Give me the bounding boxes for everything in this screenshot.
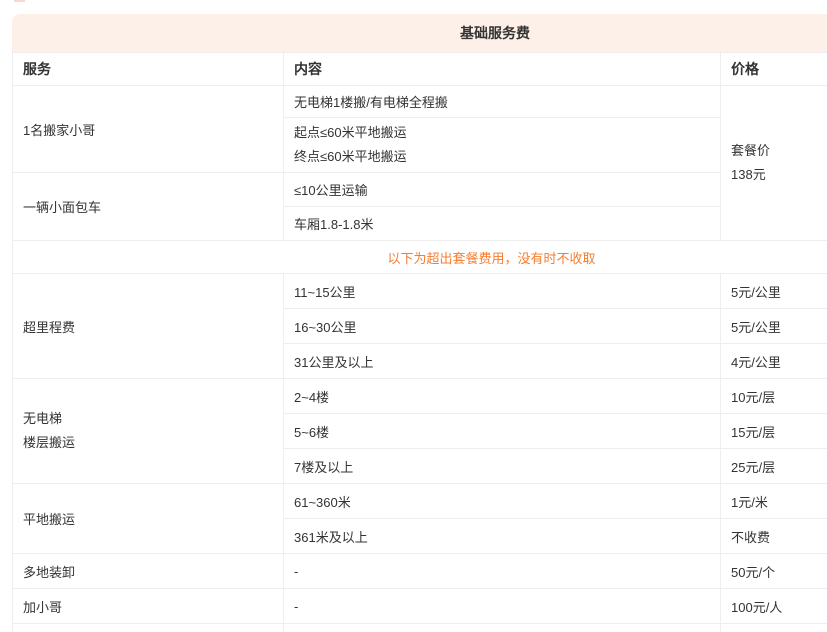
content-cell: 无电梯1楼搬/有电梯全程搬 (284, 86, 721, 118)
content-cell: 起点≤60米平地搬运 终点≤60米平地搬运 (284, 118, 721, 173)
table-row: 多地装卸 - 50元/个 (13, 554, 827, 589)
content-cell: 61~360米 (284, 484, 721, 519)
table-row: 1名搬家小哥 无电梯1楼搬/有电梯全程搬 套餐价 138元 (13, 86, 827, 118)
service-cell: 无电梯 楼层搬运 (13, 379, 284, 484)
service-cell: 一辆小面包车 (13, 173, 284, 241)
notice-row: 以下为超出套餐费用，没有时不收取 (13, 241, 827, 274)
content-cell: ≤10公里运输 (284, 173, 721, 207)
price-cell: 25元/层 (721, 449, 827, 484)
table-row: 平地搬运 61~360米 1元/米 (13, 484, 827, 519)
table-row: 超里程费 11~15公里 5元/公里 (13, 274, 827, 309)
price-cell: 5元/公里 (721, 309, 827, 344)
col-header-price: 价格 (721, 53, 827, 86)
content-cell: 2~4楼 (284, 379, 721, 414)
price-cell: 1元/米 (721, 484, 827, 519)
table-title: 基础服务费 (12, 14, 827, 52)
package-price-cell: 套餐价 138元 (721, 86, 827, 241)
price-cell: 15元/层 (721, 414, 827, 449)
price-cell: 5元/公里 (721, 274, 827, 309)
service-cell: 多地装卸 (13, 554, 284, 589)
content-cell: 11~15公里 (284, 274, 721, 309)
service-cell: 加小哥 (13, 589, 284, 624)
table-row: 一辆小面包车 ≤10公里运输 (13, 173, 827, 207)
service-cell (13, 624, 284, 632)
top-edge-artifact (14, 0, 25, 2)
content-cell: - (284, 589, 721, 624)
content-cell: 7楼及以上 (284, 449, 721, 484)
table-row: 无电梯 楼层搬运 2~4楼 10元/层 (13, 379, 827, 414)
price-cell: 100元/人 (721, 589, 827, 624)
table-row-clipped (13, 624, 827, 632)
service-cell: 平地搬运 (13, 484, 284, 554)
price-cell: 10元/层 (721, 379, 827, 414)
service-cell: 1名搬家小哥 (13, 86, 284, 173)
price-cell: 50元/个 (721, 554, 827, 589)
price-cell: 不收费 (721, 519, 827, 554)
col-header-content: 内容 (284, 53, 721, 86)
content-cell: 16~30公里 (284, 309, 721, 344)
content-cell: - (284, 554, 721, 589)
col-header-service: 服务 (13, 53, 284, 86)
price-cell (721, 624, 827, 632)
pricing-table: 服务 内容 价格 1名搬家小哥 无电梯1楼搬/有电梯全程搬 套餐价 138元 起… (12, 52, 827, 632)
service-cell: 超里程费 (13, 274, 284, 379)
price-cell: 4元/公里 (721, 344, 827, 379)
notice-text: 以下为超出套餐费用，没有时不收取 (13, 241, 827, 274)
content-cell: 31公里及以上 (284, 344, 721, 379)
table-row: 加小哥 - 100元/人 (13, 589, 827, 624)
basic-service-fee-panel: 基础服务费 服务 内容 价格 1名搬家小哥 无电梯1楼搬/有电梯全程搬 套餐价 … (12, 14, 827, 632)
content-cell: 车厢1.8-1.8米 (284, 207, 721, 241)
content-cell: 5~6楼 (284, 414, 721, 449)
content-cell (284, 624, 721, 632)
content-cell: 361米及以上 (284, 519, 721, 554)
table-header-row: 服务 内容 价格 (13, 53, 827, 86)
